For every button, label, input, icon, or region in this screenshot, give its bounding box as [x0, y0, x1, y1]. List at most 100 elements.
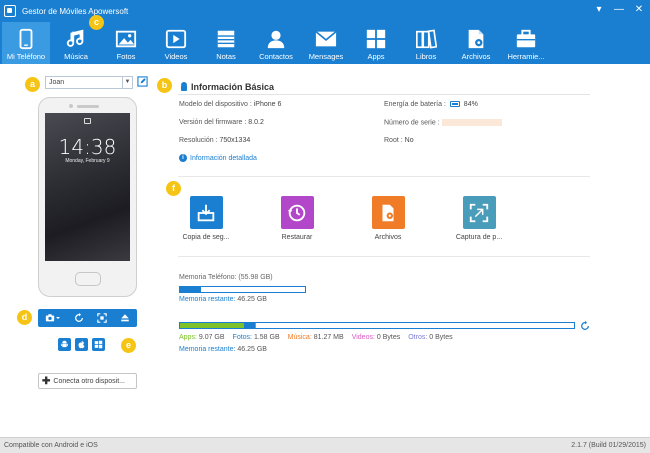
message-icon: [315, 31, 337, 47]
legend-label: Videos:: [351, 334, 375, 341]
tab-apps[interactable]: Apps: [352, 22, 400, 64]
ios-os-button[interactable]: [75, 338, 88, 351]
legend-value: 0 Bytes: [376, 334, 401, 341]
window-controls: ▾ — ✕: [594, 3, 644, 17]
tab-contactos[interactable]: Contactos: [252, 22, 300, 64]
resolution-row: Resolución : 750x1334: [179, 137, 250, 144]
firmware-row: Versión del firmware : 8.0.2: [179, 119, 264, 126]
android-os-button[interactable]: [58, 338, 71, 351]
tab-archivos[interactable]: Archivos: [452, 22, 500, 64]
legend-value: 0 Bytes: [429, 334, 453, 341]
root-value: No: [404, 137, 414, 144]
screenshot-action[interactable]: Captura de p...: [439, 196, 519, 241]
chevron-down-icon[interactable]: ▼: [122, 77, 132, 88]
refresh-icon[interactable]: [580, 321, 590, 331]
phone-icon: [19, 28, 33, 50]
badge-d: d: [17, 310, 32, 325]
app-title: Gestor de Móviles Apowersoft: [22, 6, 129, 16]
tab-fotos[interactable]: Fotos: [102, 22, 150, 64]
storage-segment-1: [243, 323, 255, 328]
camera-screenshot-button[interactable]: [45, 313, 61, 323]
fullscreen-button[interactable]: [97, 313, 107, 323]
windows-os-button[interactable]: [92, 338, 105, 351]
tab-label: Notas: [216, 52, 236, 61]
backup-action[interactable]: Copia de seg...: [166, 196, 246, 241]
badge-a: a: [25, 77, 40, 92]
battery-row: Energía de batería : 84%: [384, 101, 478, 108]
refresh-button[interactable]: [74, 313, 84, 323]
toolbox-icon: [516, 29, 536, 48]
memory-remaining-row-2: Memoria restante: 46.25 GB: [179, 346, 267, 353]
phone-memory-label: Memoria Teléfono: (55.98 GB): [179, 274, 273, 281]
device-name: Joan: [49, 79, 65, 86]
memory-remaining-value: 46.25 GB: [237, 346, 267, 353]
section-divider: [178, 176, 590, 177]
battery-label: Energía de batería :: [384, 101, 446, 108]
model-label: Modelo del dispositivo :: [179, 101, 252, 108]
resolution-label: Resolución :: [179, 137, 218, 144]
windows-icon: [94, 340, 103, 349]
tab-notas[interactable]: Notas: [202, 22, 250, 64]
screenshot-icon: [462, 196, 496, 229]
eject-icon: [121, 314, 130, 322]
photo-icon: [115, 30, 137, 48]
detailed-info-link[interactable]: i Información detallada: [179, 154, 257, 162]
books-icon: [416, 29, 437, 49]
device-preview: 14:38 Monday, February 9: [38, 97, 137, 297]
legend-value: 81.27 MB: [313, 334, 344, 341]
tab-libros[interactable]: Libros: [402, 22, 450, 64]
section-divider: [178, 256, 590, 257]
legend-label: Música:: [287, 334, 312, 341]
serial-redacted: [441, 119, 502, 126]
home-button: [75, 272, 101, 286]
device-selector[interactable]: Joan ▼: [45, 76, 133, 89]
device-screen: 14:38 Monday, February 9: [45, 113, 130, 261]
battery-icon: [449, 101, 460, 108]
eject-button[interactable]: [120, 313, 130, 323]
menu-dropdown-icon[interactable]: ▾: [594, 3, 604, 17]
badge-c: c: [89, 15, 104, 30]
tab-label: Archivos: [461, 52, 491, 61]
tab-label: Mensages: [308, 52, 344, 61]
serial-row: Número de serie :: [384, 119, 502, 126]
badge-f: f: [166, 181, 181, 196]
close-icon[interactable]: ✕: [634, 3, 644, 17]
tab-videos[interactable]: Videos: [152, 22, 200, 64]
refresh-icon: [74, 313, 83, 322]
tab-mi-telefono[interactable]: Mi Teléfono: [2, 22, 50, 64]
legend-music: Música: 81.27 MB: [288, 334, 344, 341]
model-value: iPhone 6: [253, 101, 282, 108]
files-icon: [371, 196, 405, 229]
tab-label: Apps: [367, 52, 385, 61]
memory-remaining-label: Memoria restante:: [179, 296, 236, 303]
files-label: Archivos: [374, 234, 402, 241]
notes-icon: [217, 30, 235, 48]
backup-icon: [189, 196, 223, 229]
compatibility-text: Compatible con Android e iOS: [4, 442, 98, 449]
speaker-grille: [77, 105, 99, 108]
legend-photos: Fotos: 1.58 GB: [233, 334, 280, 341]
legend-videos: Videos: 0 Bytes: [352, 334, 401, 341]
legend-others: Otros: 0 Bytes: [408, 334, 452, 341]
files-icon: [468, 29, 484, 49]
files-action[interactable]: Archivos: [348, 196, 428, 241]
tab-mensages[interactable]: Mensages: [302, 22, 350, 64]
chevron-down-icon: [55, 317, 60, 319]
legend-apps: Apps: 9.07 GB: [179, 334, 225, 341]
storage-segment-2: [254, 323, 257, 328]
restore-action[interactable]: Restaurar: [257, 196, 337, 241]
storage-breakdown-bar: [179, 322, 575, 329]
connect-device-button[interactable]: ✚ Conecta otro disposit...: [38, 373, 137, 389]
minimize-icon[interactable]: —: [614, 3, 624, 17]
android-icon: [61, 340, 68, 348]
tab-label: Fotos: [116, 52, 136, 61]
tab-herramientas[interactable]: Herramie...: [502, 22, 550, 64]
edit-icon[interactable]: [137, 76, 148, 87]
screenshot-label: Captura de p...: [455, 234, 503, 241]
resolution-value: 750x1334: [219, 137, 251, 144]
badge-e: e: [121, 338, 136, 353]
lock-icon: [84, 118, 91, 124]
phone-memory-used: [180, 287, 202, 292]
lock-screen-date: Monday, February 9: [65, 158, 110, 164]
connect-button-label: Conecta otro disposit...: [53, 377, 125, 385]
